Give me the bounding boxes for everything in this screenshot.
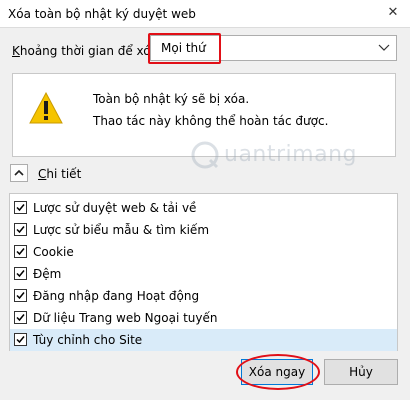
list-item-label: Lược sử duyệt web & tải về bbox=[33, 201, 197, 215]
checkbox[interactable] bbox=[14, 223, 27, 236]
list-item-offline-data[interactable]: Dữ liệu Trang web Ngoại tuyến bbox=[10, 307, 397, 329]
checkbox[interactable] bbox=[14, 245, 27, 258]
checkmark-icon bbox=[16, 248, 25, 256]
list-item-active-logins[interactable]: Đăng nhập đang Hoạt động bbox=[10, 285, 397, 307]
checkbox[interactable] bbox=[14, 201, 27, 214]
list-item-label: Lược sử biểu mẫu & tìm kiếm bbox=[33, 223, 210, 237]
chevron-down-icon bbox=[378, 44, 390, 51]
time-range-label-text: hoảng thời gian để xóa: bbox=[19, 44, 163, 58]
cancel-button[interactable]: Hủy bbox=[324, 359, 398, 385]
list-item-cookies[interactable]: Cookie bbox=[10, 241, 397, 263]
window-title: Xóa toàn bộ nhật ký duyệt web bbox=[8, 7, 196, 21]
checkmark-icon bbox=[16, 314, 25, 322]
checkmark-icon bbox=[16, 292, 25, 300]
warning-detail: Thao tác này không thể hoàn tác được. bbox=[93, 114, 329, 128]
clear-now-button[interactable]: Xóa ngay bbox=[241, 359, 313, 385]
details-label-text: hi tiết bbox=[46, 167, 82, 181]
warning-message: Toàn bộ nhật ký sẽ bị xóa. bbox=[93, 92, 250, 106]
time-range-label: Khoảng thời gian để xóa: bbox=[12, 44, 162, 58]
details-toggle-button[interactable] bbox=[10, 164, 28, 182]
time-range-highlight bbox=[148, 33, 221, 64]
history-items-list: Lược sử duyệt web & tải về Lược sử biểu … bbox=[9, 193, 398, 351]
checkmark-icon bbox=[16, 270, 25, 278]
chevron-up-icon bbox=[14, 169, 24, 176]
warning-panel: Toàn bộ nhật ký sẽ bị xóa. Thao tác này … bbox=[12, 73, 396, 157]
list-item-label: Tùy chỉnh cho Site bbox=[33, 333, 143, 347]
title-bar: Xóa toàn bộ nhật ký duyệt web ✕ bbox=[0, 0, 410, 28]
list-item-label: Đệm bbox=[33, 267, 62, 281]
checkbox[interactable] bbox=[14, 333, 27, 346]
checkmark-icon bbox=[16, 226, 25, 234]
checkmark-icon bbox=[16, 204, 25, 212]
checkmark-icon bbox=[16, 336, 25, 344]
checkbox[interactable] bbox=[14, 311, 27, 324]
checkbox[interactable] bbox=[14, 289, 27, 302]
list-item-cache[interactable]: Đệm bbox=[10, 263, 397, 285]
list-item-browsing-history[interactable]: Lược sử duyệt web & tải về bbox=[10, 197, 397, 219]
details-label[interactable]: Chi tiết bbox=[38, 167, 81, 181]
list-item-label: Cookie bbox=[33, 245, 74, 259]
list-item-site-preferences[interactable]: Tùy chỉnh cho Site bbox=[10, 329, 397, 351]
close-icon[interactable]: ✕ bbox=[380, 2, 406, 24]
warning-icon bbox=[29, 92, 63, 124]
list-item-form-history[interactable]: Lược sử biểu mẫu & tìm kiếm bbox=[10, 219, 397, 241]
checkbox[interactable] bbox=[14, 267, 27, 280]
list-item-label: Đăng nhập đang Hoạt động bbox=[33, 289, 200, 303]
list-item-label: Dữ liệu Trang web Ngoại tuyến bbox=[33, 311, 218, 325]
time-range-label-accel: K bbox=[12, 44, 20, 58]
